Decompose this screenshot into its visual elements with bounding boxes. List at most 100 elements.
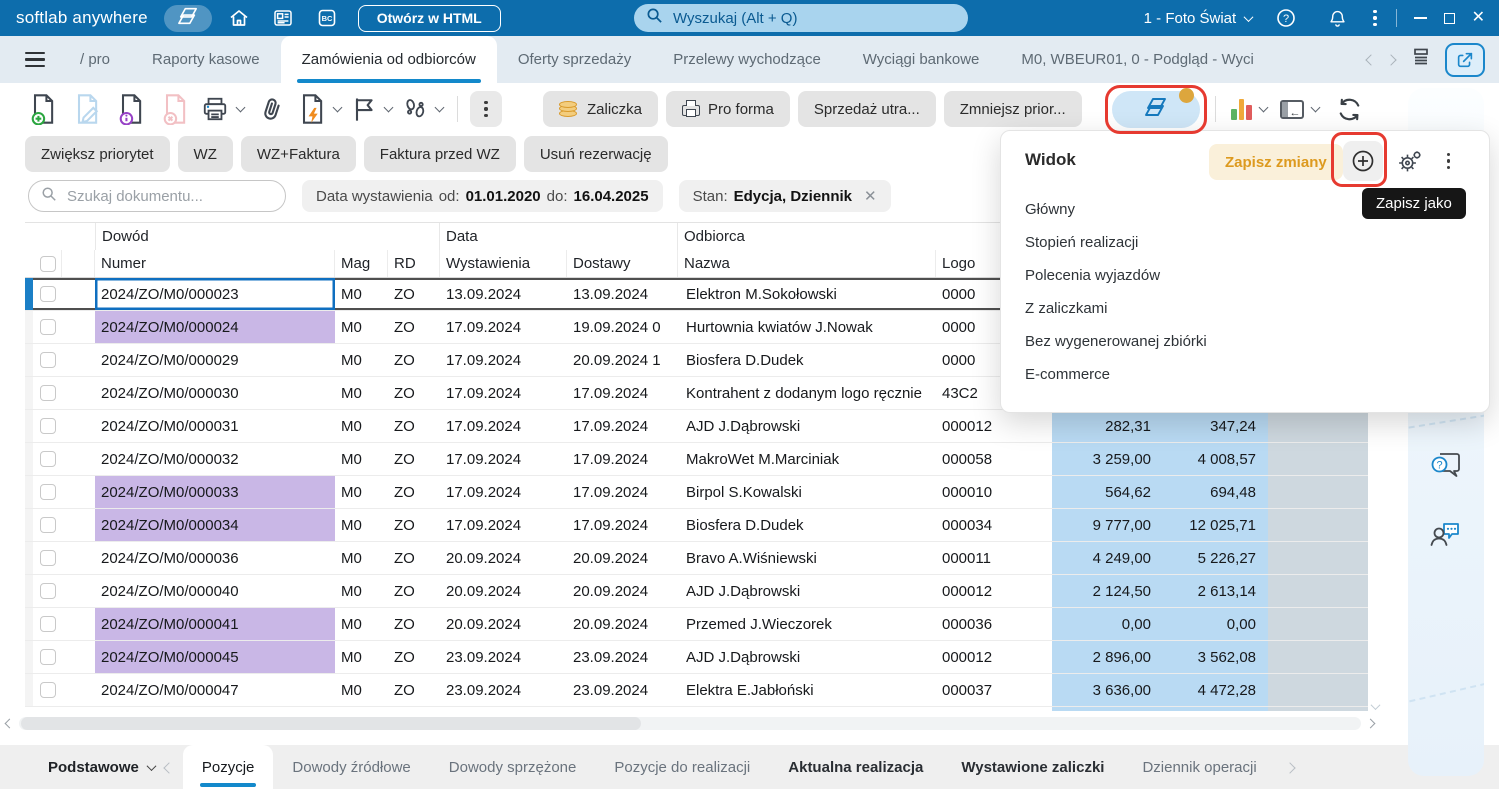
row-checkbox[interactable] <box>40 319 56 335</box>
new-document-icon[interactable] <box>25 90 61 128</box>
cell-rd[interactable]: ZO <box>388 509 440 541</box>
row-checkbox[interactable] <box>40 385 56 401</box>
cell-numer[interactable]: 2024/ZO/M0/000033 <box>95 476 335 508</box>
attachment-icon[interactable] <box>254 90 290 128</box>
more-options-icon[interactable] <box>1371 8 1378 28</box>
cell-numer[interactable]: 2024/ZO/M0/000030 <box>95 377 335 409</box>
action-button[interactable]: Zmniejsz prior... <box>943 91 1082 127</box>
cell-brutto[interactable]: 12 025,71 <box>1163 509 1268 541</box>
cell-dostawy[interactable]: 20.09.2024 <box>567 608 678 640</box>
row-checkbox[interactable] <box>40 616 56 632</box>
cell-dostawy[interactable]: 17.09.2024 <box>567 476 678 508</box>
bottom-tabs-scroll-left-icon[interactable] <box>163 759 175 776</box>
cell-logo[interactable]: 000058 <box>936 443 1052 475</box>
save-changes-button[interactable]: Zapisz zmiany <box>1209 144 1343 180</box>
cell-netto[interactable]: 4 249,00 <box>1052 542 1163 574</box>
flag-icon[interactable] <box>351 90 394 128</box>
group-header-data[interactable]: Data <box>440 223 678 250</box>
view-settings-icon[interactable] <box>1395 147 1423 175</box>
tabs-scroll-left-icon[interactable] <box>1365 53 1377 66</box>
cell-rd[interactable]: ZO <box>388 674 440 706</box>
cell-mag[interactable]: M0 <box>335 311 388 343</box>
cell-netto[interactable]: 9 777,00 <box>1052 509 1163 541</box>
action-button[interactable]: WZ <box>177 136 233 172</box>
cell-logo[interactable]: 000012 <box>936 575 1052 607</box>
cell-brutto[interactable]: 2 613,14 <box>1163 575 1268 607</box>
cell-wystawienia[interactable]: 17.09.2024 <box>440 311 567 343</box>
main-tab[interactable]: Przelewy wychodzące <box>652 36 842 83</box>
more-actions-icon[interactable] <box>470 91 502 127</box>
cell-mag[interactable]: M0 <box>335 476 388 508</box>
cell-wystawienia[interactable]: 20.09.2024 <box>440 575 567 607</box>
cell-mag[interactable]: M0 <box>335 509 388 541</box>
cell-netto[interactable]: 2 896,00 <box>1052 641 1163 673</box>
cell-logo[interactable]: 000036 <box>936 608 1052 640</box>
main-tab[interactable]: Wyciągi bankowe <box>842 36 1001 83</box>
minimize-icon[interactable] <box>1413 17 1427 19</box>
row-checkbox[interactable] <box>40 649 56 665</box>
open-in-html-button[interactable]: Otwórz w HTML <box>357 4 501 32</box>
cell-mag[interactable]: M0 <box>335 575 388 607</box>
cell-numer[interactable]: 2024/ZO/M0/000045 <box>95 641 335 673</box>
cell-brutto[interactable]: 4 008,57 <box>1163 443 1268 475</box>
cell-nazwa[interactable]: AJD J.Dąbrowski <box>678 641 936 673</box>
column-header-mag[interactable]: Mag <box>335 250 388 277</box>
cell-wystawienia[interactable]: 23.09.2024 <box>440 641 567 673</box>
tabs-scroll-right-icon[interactable] <box>1385 53 1397 66</box>
row-checkbox[interactable] <box>40 484 56 500</box>
cell-brutto[interactable]: 694,48 <box>1163 476 1268 508</box>
column-header-wystawienia[interactable]: Wystawienia <box>440 250 567 277</box>
cell-dostawy[interactable]: 19.09.2024 0 <box>567 311 678 343</box>
cell-netto[interactable]: 282,31 <box>1052 410 1163 442</box>
table-row[interactable]: 2024/ZO/M0/000040 M0 ZO 20.09.2024 20.09… <box>25 575 1368 608</box>
more-options-icon[interactable] <box>1445 151 1452 171</box>
cell-numer[interactable]: 2024/ZO/M0/000040 <box>95 575 335 607</box>
cell-wystawienia[interactable]: 17.09.2024 <box>440 344 567 376</box>
table-row[interactable]: 2024/ZO/M0/000031 M0 ZO 17.09.2024 17.09… <box>25 410 1368 443</box>
cell-numer[interactable]: 2024/ZO/M0/000024 <box>95 311 335 343</box>
cell-wystawienia[interactable]: 17.09.2024 <box>440 476 567 508</box>
community-chat-icon[interactable] <box>1427 516 1465 557</box>
cell-brutto[interactable]: 3 562,08 <box>1163 641 1268 673</box>
remove-filter-icon[interactable]: ✕ <box>864 187 877 205</box>
group-header-dowod[interactable]: Dowód <box>95 223 440 250</box>
document-search[interactable] <box>28 180 286 212</box>
scrollbar-track[interactable] <box>19 716 1361 730</box>
cell-netto[interactable]: 3 259,00 <box>1052 443 1163 475</box>
action-button[interactable]: WZ+Faktura <box>240 136 356 172</box>
column-header-nazwa[interactable]: Nazwa <box>678 250 936 277</box>
document-info-icon[interactable] <box>113 90 149 128</box>
cell-rd[interactable]: ZO <box>388 542 440 574</box>
cell-rd[interactable]: ZO <box>388 575 440 607</box>
document-flash-icon[interactable] <box>298 90 343 128</box>
action-button[interactable]: Zwiększ priorytet <box>25 136 170 172</box>
main-tab[interactable]: Oferty sprzedaży <box>497 36 652 83</box>
cell-brutto[interactable]: 0,00 <box>1163 608 1268 640</box>
bc-icon[interactable]: BC <box>310 3 344 33</box>
cell-logo[interactable]: 000012 <box>936 641 1052 673</box>
row-checkbox[interactable] <box>40 682 56 698</box>
cell-rd[interactable]: ZO <box>388 410 440 442</box>
cell-nazwa[interactable]: Bravo A.Wiśniewski <box>678 542 936 574</box>
cell-netto[interactable]: 0,00 <box>1052 608 1163 640</box>
cell-nazwa[interactable]: Kontrahent z dodanym logo ręcznie <box>678 377 936 409</box>
row-checkbox[interactable] <box>40 286 56 302</box>
help-icon[interactable]: ? <box>1269 3 1303 33</box>
cell-logo[interactable]: 000037 <box>936 674 1052 706</box>
cell-rd[interactable]: ZO <box>388 641 440 673</box>
bottom-tab[interactable]: Dziennik operacji <box>1123 745 1275 789</box>
cell-dostawy[interactable]: 20.09.2024 1 <box>567 344 678 376</box>
state-filter-chip[interactable]: Stan: Edycja, Dziennik ✕ <box>678 180 891 212</box>
row-checkbox[interactable] <box>40 550 56 566</box>
bottom-tab[interactable]: Wystawione zaliczki <box>942 745 1123 789</box>
date-filter-chip[interactable]: Data wystawienia od: 01.01.2020 do: 16.0… <box>302 180 663 212</box>
cell-nazwa[interactable]: Hurtownia kwiatów J.Nowak <box>678 311 936 343</box>
cell-dostawy[interactable]: 23.09.2024 <box>567 641 678 673</box>
column-header-rd[interactable]: RD <box>388 250 440 277</box>
action-button[interactable]: Usuń rezerwację <box>523 136 668 172</box>
global-search-input[interactable] <box>671 8 956 28</box>
cell-netto[interactable]: 564,62 <box>1052 476 1163 508</box>
maximize-icon[interactable] <box>1443 12 1455 24</box>
tab-list-icon[interactable] <box>1411 46 1433 73</box>
edit-document-icon[interactable] <box>69 90 105 128</box>
